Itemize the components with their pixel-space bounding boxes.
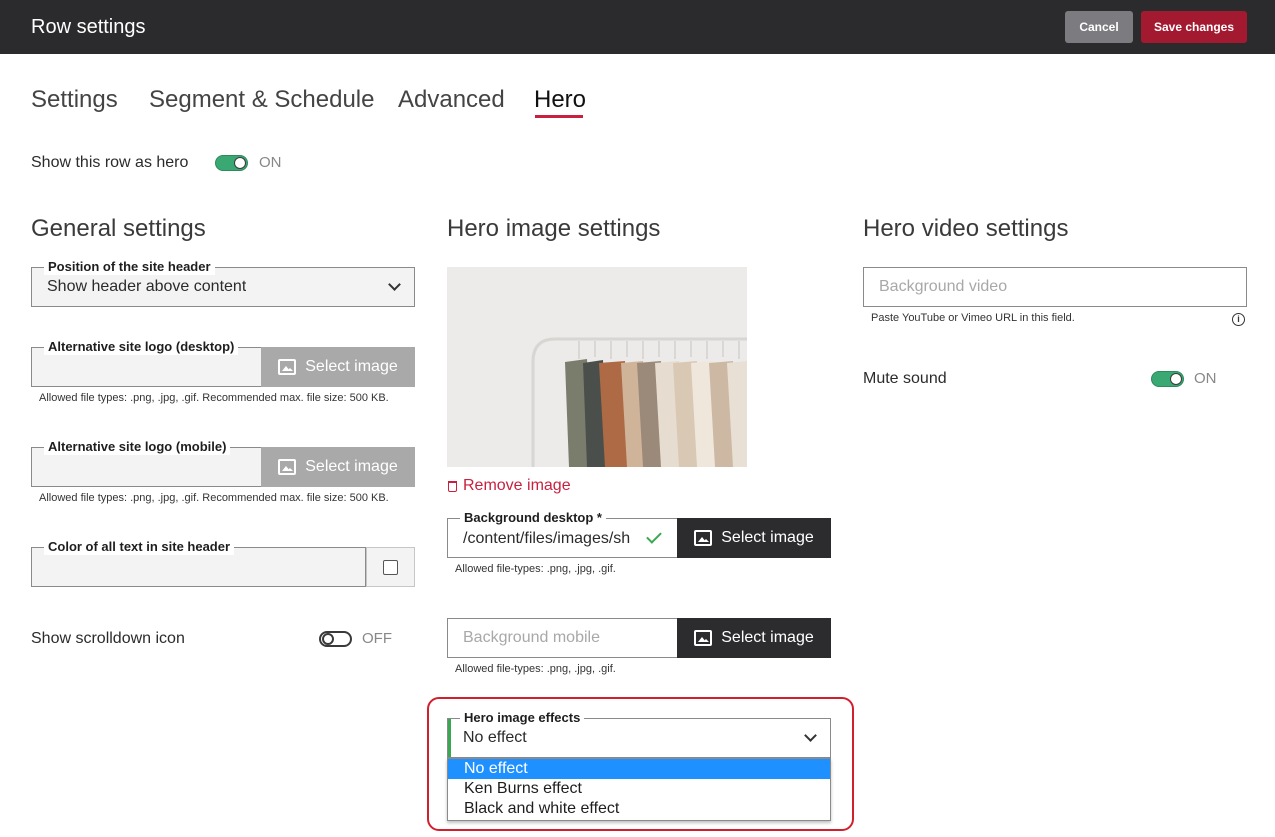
option-ken-burns[interactable]: Ken Burns effect <box>448 779 830 799</box>
remove-image-link[interactable]: Remove image <box>448 477 571 495</box>
background-video-input[interactable]: Background video <box>863 267 1247 307</box>
background-desktop-value: /content/files/images/sh <box>463 530 631 547</box>
logo-mobile-field[interactable]: Alternative site logo (mobile) <box>31 439 262 487</box>
header-position-value: Show header above content <box>47 278 247 295</box>
save-changes-button[interactable]: Save changes <box>1141 11 1247 43</box>
image-icon <box>278 359 297 375</box>
logo-desktop-select-image-button[interactable]: Select image <box>261 347 415 387</box>
dialog-title: Row settings <box>31 16 146 38</box>
color-swatch-icon <box>383 560 398 575</box>
mute-sound-label: Mute sound <box>863 370 947 387</box>
hero-effects-value: No effect <box>463 729 527 746</box>
cancel-button[interactable]: Cancel <box>1065 11 1133 43</box>
image-icon <box>278 459 297 475</box>
hero-video-settings-title: Hero video settings <box>863 215 1069 242</box>
header-text-color-legend: Color of all text in site header <box>44 539 235 555</box>
hero-effects-dropdown: No effect Ken Burns effect Black and whi… <box>447 758 831 821</box>
top-bar: Row settings Cancel Save changes <box>0 0 1275 54</box>
mute-sound-state: ON <box>1194 370 1217 387</box>
toggle-knob <box>234 157 246 169</box>
tab-segment-schedule[interactable]: Segment & Schedule <box>149 86 374 114</box>
logo-mobile-select-image-button[interactable]: Select image <box>261 447 415 487</box>
background-desktop-hint: Allowed file-types: .png, .jpg, .gif. <box>455 563 616 575</box>
hero-effects-select[interactable]: Hero image effects No effect <box>447 710 831 758</box>
option-no-effect[interactable]: No effect <box>448 759 830 779</box>
general-settings-title: General settings <box>31 215 206 242</box>
remove-image-label: Remove image <box>463 477 571 494</box>
background-mobile-hint: Allowed file-types: .png, .jpg, .gif. <box>455 663 616 675</box>
show-hero-state: ON <box>259 154 282 171</box>
logo-desktop-hint: Allowed file types: .png, .jpg, .gif. Re… <box>39 392 389 404</box>
show-hero-label: Show this row as hero <box>31 154 189 171</box>
focus-indicator <box>448 719 451 757</box>
toggle-knob <box>1170 373 1182 385</box>
scrolldown-label: Show scrolldown icon <box>31 630 185 647</box>
trash-icon <box>448 480 457 492</box>
background-mobile-select-image-button[interactable]: Select image <box>677 618 831 658</box>
background-video-placeholder: Background video <box>879 278 1008 295</box>
background-desktop-select-image-button[interactable]: Select image <box>677 518 831 558</box>
image-icon <box>694 530 713 546</box>
background-video-hint: Paste YouTube or Vimeo URL in this field… <box>871 312 1075 324</box>
select-image-label: Select image <box>305 358 398 375</box>
image-icon <box>694 630 713 646</box>
logo-desktop-legend: Alternative site logo (desktop) <box>44 339 239 355</box>
chevron-down-icon <box>804 729 817 742</box>
tab-advanced[interactable]: Advanced <box>398 86 505 114</box>
hero-effects-legend: Hero image effects <box>460 710 585 726</box>
logo-mobile-legend: Alternative site logo (mobile) <box>44 439 231 455</box>
background-mobile-field[interactable]: Background mobile <box>447 618 678 658</box>
info-icon[interactable]: i <box>1232 313 1245 326</box>
clothing-rack-image <box>447 267 747 467</box>
header-text-color-field[interactable]: Color of all text in site header <box>31 539 366 587</box>
active-tab-indicator <box>535 115 583 118</box>
tab-settings[interactable]: Settings <box>31 86 118 114</box>
mute-sound-toggle[interactable] <box>1151 371 1184 387</box>
scrolldown-toggle[interactable] <box>319 631 352 647</box>
color-picker-button[interactable] <box>366 547 415 587</box>
toggle-knob <box>322 633 334 645</box>
check-icon <box>646 528 662 544</box>
background-desktop-field[interactable]: Background desktop * /content/files/imag… <box>447 510 678 558</box>
select-image-label: Select image <box>721 529 814 546</box>
option-black-white[interactable]: Black and white effect <box>448 799 830 819</box>
logo-desktop-field[interactable]: Alternative site logo (desktop) <box>31 339 262 387</box>
tab-hero[interactable]: Hero <box>534 86 586 114</box>
header-position-legend: Position of the site header <box>44 259 215 275</box>
select-image-label: Select image <box>721 629 814 646</box>
background-mobile-placeholder: Background mobile <box>463 629 600 646</box>
header-position-select[interactable]: Position of the site header Show header … <box>31 259 415 307</box>
hero-image-preview <box>447 267 747 467</box>
logo-mobile-hint: Allowed file types: .png, .jpg, .gif. Re… <box>39 492 389 504</box>
background-desktop-legend: Background desktop * <box>460 510 606 526</box>
hero-image-settings-title: Hero image settings <box>447 215 661 242</box>
scrolldown-state: OFF <box>362 630 392 647</box>
select-image-label: Select image <box>305 458 398 475</box>
show-hero-toggle[interactable] <box>215 155 248 171</box>
chevron-down-icon <box>388 278 401 291</box>
